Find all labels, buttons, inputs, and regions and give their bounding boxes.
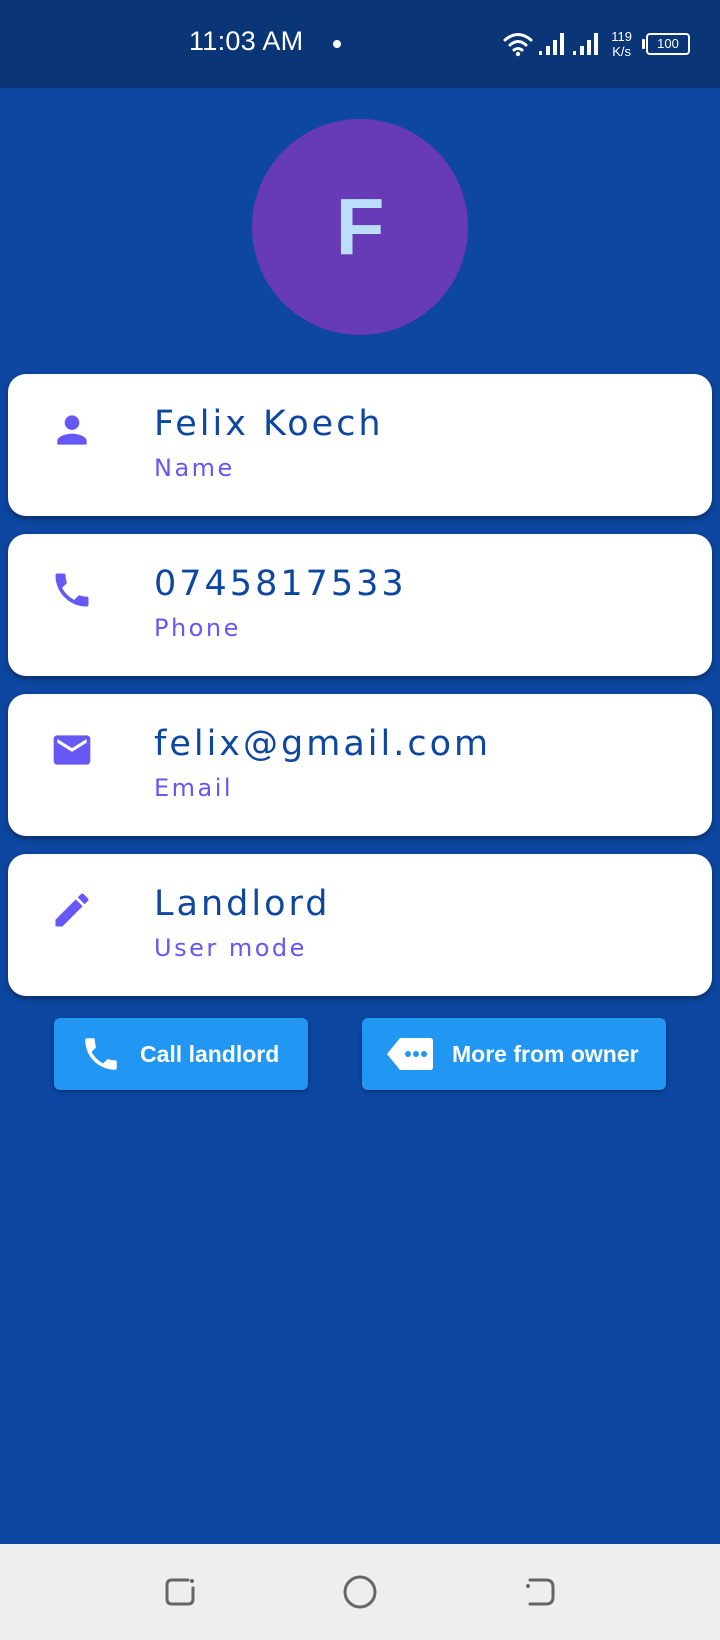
person-icon	[57, 415, 87, 445]
avatar: F	[252, 119, 468, 335]
signal-1-icon	[539, 33, 565, 55]
phone-icon	[85, 1038, 117, 1070]
recent-apps-icon[interactable]	[162, 1574, 198, 1610]
more-from-owner-label: More from owner	[452, 1040, 639, 1067]
battery-icon: 100	[642, 33, 690, 55]
email-value: felix@gmail.com	[154, 724, 492, 764]
status-bar: 11:03 AM 119 K/s 100	[0, 0, 720, 88]
status-time: 11:03 AM	[189, 26, 304, 56]
user-mode-label: User mode	[154, 934, 307, 962]
email-card: felix@gmail.com Email	[8, 694, 712, 836]
tag-more-icon	[387, 1038, 433, 1070]
phone-value: 0745817533	[154, 564, 407, 604]
status-icons: 119 K/s 100	[503, 24, 690, 64]
home-icon[interactable]	[342, 1574, 378, 1610]
phone-card: 0745817533 Phone	[8, 534, 712, 676]
battery-level: 100	[657, 36, 679, 51]
user-mode-card: Landlord User mode	[8, 854, 712, 996]
phone-label: Phone	[154, 614, 241, 642]
email-label: Email	[154, 774, 234, 802]
net-speed: 119 K/s	[611, 29, 632, 59]
net-speed-unit: K/s	[612, 44, 632, 59]
signal-2-icon	[573, 33, 599, 55]
call-landlord-button[interactable]: Call landlord	[54, 1018, 308, 1090]
notification-dot	[333, 40, 341, 48]
email-icon	[53, 735, 91, 765]
more-from-owner-button[interactable]: More from owner	[362, 1018, 666, 1090]
name-value: Felix Koech	[154, 404, 384, 444]
system-nav-bar	[0, 1544, 720, 1640]
back-icon[interactable]	[522, 1574, 558, 1610]
pencil-icon	[55, 893, 89, 927]
name-card: Felix Koech Name	[8, 374, 712, 516]
name-label: Name	[154, 454, 235, 482]
avatar-initial: F	[335, 182, 385, 271]
call-landlord-label: Call landlord	[140, 1040, 280, 1067]
wifi-icon	[503, 33, 533, 57]
user-mode-value: Landlord	[154, 884, 331, 924]
net-speed-value: 119	[611, 29, 632, 44]
phone-icon	[55, 573, 89, 607]
